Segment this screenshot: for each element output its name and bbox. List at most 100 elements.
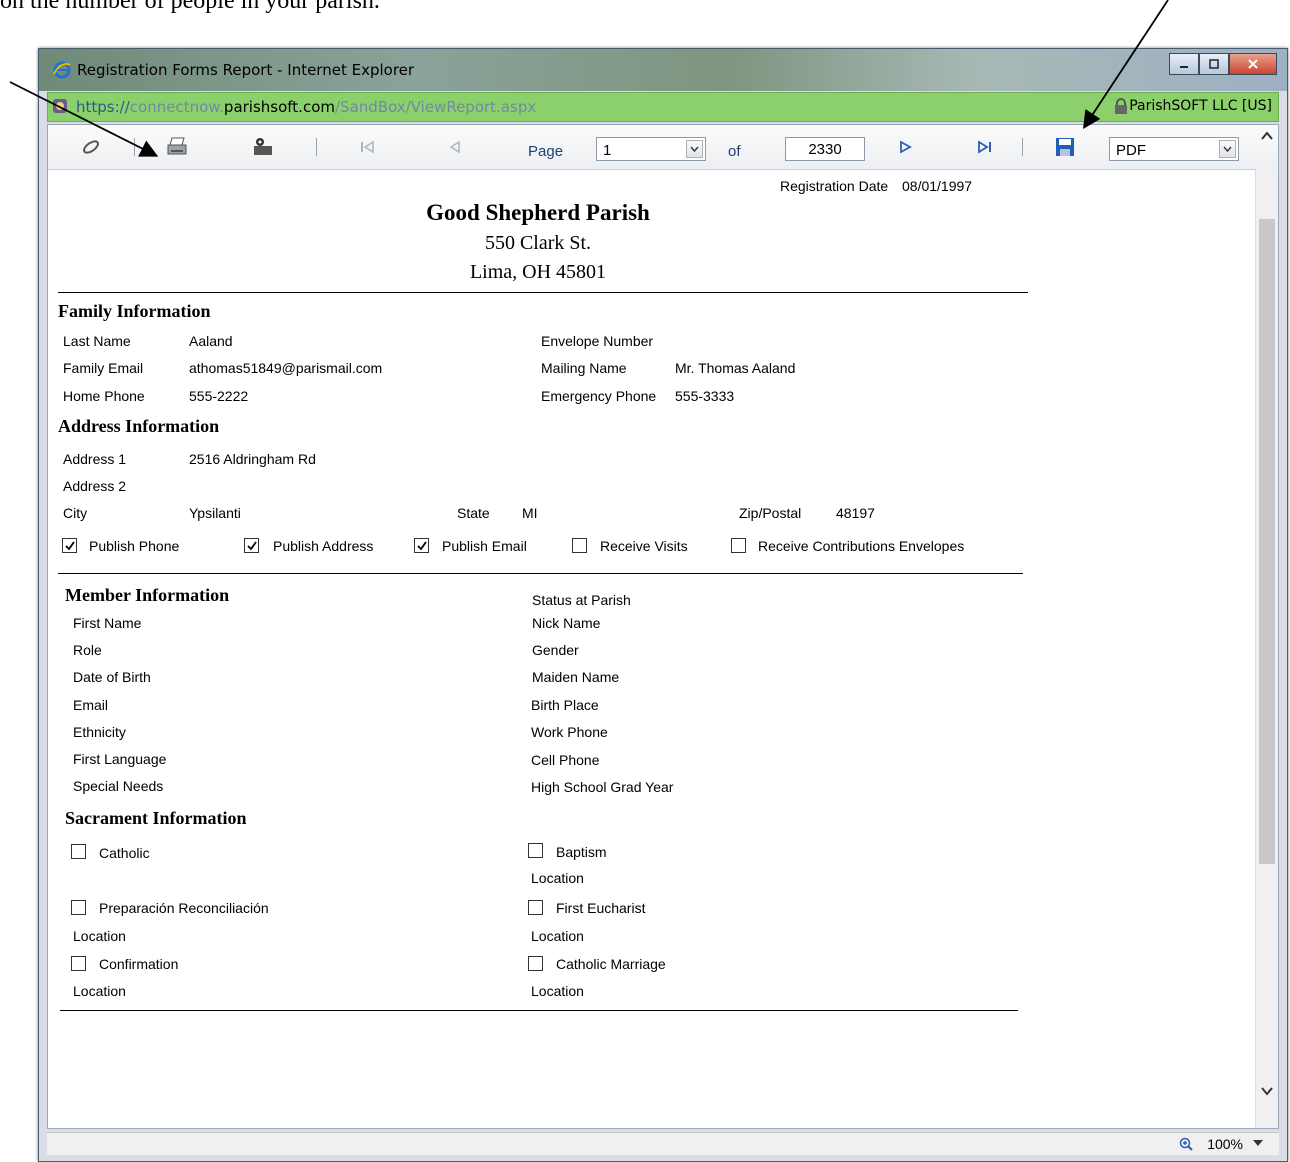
close-button[interactable]: [1229, 53, 1277, 75]
scroll-down-icon[interactable]: [1260, 1084, 1274, 1098]
of-label: of: [728, 143, 741, 160]
cell-phone-label: Cell Phone: [531, 752, 600, 768]
certificate-label[interactable]: ParishSOFT LLC [US]: [1129, 98, 1272, 114]
receive-visits-label: Receive Visits: [600, 538, 688, 554]
parish-name: Good Shepherd Parish: [426, 200, 650, 225]
family-email-value: athomas51849@parismail.com: [189, 360, 383, 376]
first-eucharist-label: First Eucharist: [556, 900, 646, 916]
emergency-phone-label: Emergency Phone: [541, 388, 657, 404]
confirmation-location-label: Location: [73, 983, 126, 999]
parish-city: Lima, OH 45801: [469, 261, 607, 283]
publish-phone-label: Publish Phone: [89, 538, 180, 554]
save-icon[interactable]: [1054, 137, 1076, 157]
checkmark-icon: [417, 541, 427, 551]
publish-address-label: Publish Address: [273, 538, 374, 554]
export-format-select[interactable]: PDF: [1109, 137, 1239, 161]
zoom-level[interactable]: 100%: [1207, 1136, 1243, 1152]
report-toolbar: Page 1 of 2330 PDF: [48, 125, 1278, 170]
chevron-down-icon: [1223, 146, 1232, 153]
previous-page-icon[interactable]: [444, 137, 466, 157]
first-language-label: First Language: [73, 751, 167, 767]
mailing-name-value: Mr. Thomas Aaland: [675, 360, 796, 376]
prep-reconciliation-location-label: Location: [73, 928, 126, 944]
publish-phone-checkbox[interactable]: [62, 538, 77, 553]
mailing-name-label: Mailing Name: [541, 360, 627, 376]
checkmark-icon: [247, 541, 257, 551]
vertical-scrollbar[interactable]: [1255, 131, 1278, 1128]
last-page-icon[interactable]: [974, 137, 996, 157]
url-path: /SandBox/ViewReport.aspx: [335, 98, 537, 116]
role-label: Role: [73, 642, 102, 658]
sacrament-divider: [60, 1010, 1018, 1011]
confirmation-checkbox[interactable]: [71, 956, 86, 971]
find-icon[interactable]: [80, 137, 102, 157]
home-phone-value: 555-2222: [189, 388, 249, 404]
print-icon[interactable]: [166, 137, 188, 157]
catholic-checkbox[interactable]: [71, 844, 86, 859]
state-value: MI: [522, 505, 538, 521]
catholic-marriage-label: Catholic Marriage: [556, 956, 666, 972]
maximize-icon: [1209, 59, 1219, 69]
url-text[interactable]: https://connectnow.parishsoft.com/SandBo…: [76, 98, 536, 116]
window-title: Registration Forms Report - Internet Exp…: [77, 61, 415, 79]
family-info-heading: Family Information: [58, 301, 211, 321]
export-format-dropdown-button[interactable]: [1219, 140, 1236, 158]
checkmark-icon: [65, 541, 75, 551]
receive-envelopes-checkbox[interactable]: [731, 538, 746, 553]
document-leading-text: on the number of people in your parish.: [0, 0, 380, 14]
site-icon: [53, 99, 67, 113]
page-select-dropdown-button[interactable]: [686, 140, 703, 158]
internet-explorer-icon: [53, 61, 71, 79]
page-number-select[interactable]: 1: [596, 137, 706, 161]
address1-label: Address 1: [63, 451, 127, 467]
export-format-value: PDF: [1116, 142, 1146, 159]
total-pages-field: 2330: [785, 137, 865, 161]
zoom-icon[interactable]: [1179, 1137, 1193, 1151]
prep-reconciliation-checkbox[interactable]: [71, 900, 86, 915]
emergency-phone-value: 555-3333: [675, 388, 735, 404]
address-bar[interactable]: https://connectnow.parishsoft.com/SandBo…: [47, 92, 1279, 122]
registration-date-value: 08/01/1997: [902, 178, 973, 194]
parish-street: 550 Clark St.: [484, 232, 592, 254]
report-page: Registration Date 08/01/1997 Good Shephe…: [48, 169, 1256, 1128]
url-host: parishsoft.com: [223, 98, 335, 116]
title-bar[interactable]: Registration Forms Report - Internet Exp…: [39, 49, 1287, 91]
scroll-thumb[interactable]: [1259, 219, 1275, 864]
address-divider: [58, 573, 1023, 574]
publish-address-checkbox[interactable]: [244, 538, 259, 553]
receive-visits-checkbox[interactable]: [572, 538, 587, 553]
ethnicity-label: Ethnicity: [73, 724, 126, 740]
scroll-up-icon[interactable]: [1260, 129, 1274, 143]
address1-value: 2516 Aldringham Rd: [189, 451, 316, 467]
ie-popup-window: Registration Forms Report - Internet Exp…: [38, 48, 1288, 1162]
print-setup-icon[interactable]: [252, 137, 274, 157]
prep-reconciliation-label: Preparación Reconciliación: [99, 900, 269, 916]
birth-place-label: Birth Place: [531, 697, 599, 713]
padlock-icon[interactable]: [1114, 98, 1128, 114]
publish-email-checkbox[interactable]: [414, 538, 429, 553]
city-value: Ypsilanti: [189, 505, 241, 521]
baptism-location-label: Location: [531, 870, 584, 886]
zoom-dropdown-icon[interactable]: [1253, 1140, 1263, 1146]
maximize-button[interactable]: [1199, 53, 1229, 75]
first-eucharist-checkbox[interactable]: [528, 900, 543, 915]
catholic-label: Catholic: [99, 845, 150, 861]
maiden-name-label: Maiden Name: [532, 669, 620, 685]
sacrament-info-heading: Sacrament Information: [65, 808, 247, 828]
special-needs-label: Special Needs: [73, 778, 164, 794]
next-page-icon[interactable]: [894, 137, 916, 157]
catholic-marriage-location-label: Location: [531, 983, 584, 999]
state-label: State: [457, 505, 490, 521]
registration-date-label: Registration Date: [780, 178, 889, 194]
url-scheme: https://: [76, 98, 130, 116]
page-label: Page: [528, 143, 564, 160]
url-subdomain: connectnow.: [129, 98, 224, 116]
minimize-button[interactable]: [1169, 53, 1199, 75]
publish-email-label: Publish Email: [442, 538, 527, 554]
status-at-parish-label: Status at Parish: [532, 592, 631, 608]
catholic-marriage-checkbox[interactable]: [528, 956, 543, 971]
baptism-checkbox[interactable]: [528, 843, 543, 858]
zip-value: 48197: [836, 505, 875, 521]
first-eucharist-location-label: Location: [531, 928, 584, 944]
first-page-icon[interactable]: [356, 137, 378, 157]
